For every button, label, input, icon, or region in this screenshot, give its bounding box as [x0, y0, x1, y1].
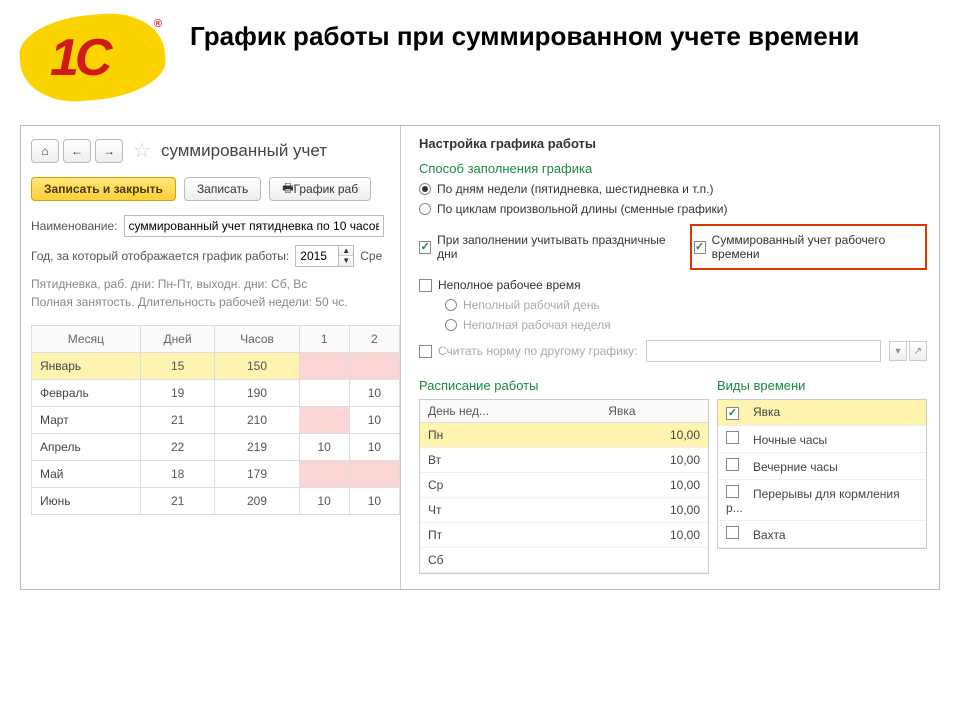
- list-item[interactable]: Ночные часы: [718, 426, 926, 453]
- logo: 1С ®: [20, 10, 170, 105]
- forward-button[interactable]: →: [95, 139, 123, 163]
- radio-icon: [419, 203, 431, 215]
- name-label: Наименование:: [31, 219, 118, 233]
- checkbox-icon: [726, 485, 739, 498]
- checkbox-icon: [419, 345, 432, 358]
- table-row[interactable]: Пт10,00: [420, 523, 708, 548]
- checkbox-icon: [419, 279, 432, 292]
- save-button[interactable]: Записать: [184, 177, 261, 201]
- chk-summarized[interactable]: Суммированный учет рабочего времени: [694, 233, 919, 261]
- year-label: Год, за который отображается график рабо…: [31, 249, 289, 263]
- schedule-title: Расписание работы: [419, 378, 709, 393]
- radio-partday: Неполный рабочий день: [445, 298, 927, 312]
- schedule-report-button[interactable]: 🖶 График раб: [269, 177, 371, 201]
- left-panel: ⌂ ← → ☆ суммированный учет Записать и за…: [21, 126, 401, 589]
- table-row[interactable]: Пн10,00: [420, 423, 708, 448]
- doc-title: суммированный учет: [161, 141, 327, 161]
- fill-method-title: Способ заполнения графика: [419, 161, 927, 176]
- table-row[interactable]: Июнь212091010: [32, 488, 400, 515]
- chk-holidays[interactable]: При заполнении учитывать праздничные дни: [419, 233, 670, 261]
- select-button[interactable]: ▾: [889, 341, 907, 361]
- save-close-button[interactable]: Записать и закрыть: [31, 177, 176, 201]
- radio-by-weekdays[interactable]: По дням недели (пятидневка, шестидневка …: [419, 182, 927, 196]
- back-button[interactable]: ←: [63, 139, 91, 163]
- app-window: ⌂ ← → ☆ суммированный учет Записать и за…: [20, 125, 940, 590]
- table-row[interactable]: Май18179: [32, 461, 400, 488]
- types-title: Виды времени: [717, 378, 927, 393]
- calendar-table[interactable]: Месяц Дней Часов 1 2 Январь15150Февраль1…: [31, 325, 400, 515]
- open-button[interactable]: ↗: [909, 341, 927, 361]
- radio-icon: [445, 319, 457, 331]
- list-item[interactable]: Явка: [718, 400, 926, 426]
- checkbox-icon: [419, 241, 431, 254]
- table-row[interactable]: Чт10,00: [420, 498, 708, 523]
- favorite-icon[interactable]: ☆: [133, 138, 151, 163]
- checkbox-icon: [726, 458, 739, 471]
- home-button[interactable]: ⌂: [31, 139, 59, 163]
- schedule-table[interactable]: День нед... Явка Пн10,00Вт10,00Ср10,00Чт…: [420, 400, 708, 573]
- name-input[interactable]: [124, 215, 384, 237]
- checkbox-icon: [726, 407, 739, 420]
- table-row[interactable]: Вт10,00: [420, 448, 708, 473]
- table-row[interactable]: Сб: [420, 548, 708, 573]
- table-row[interactable]: Февраль1919010: [32, 380, 400, 407]
- page-title: График работы при суммированном учете вр…: [190, 10, 859, 54]
- settings-title: Настройка графика работы: [419, 136, 927, 151]
- table-row[interactable]: Март2121010: [32, 407, 400, 434]
- chk-norm: Считать норму по другому графику:: [419, 344, 638, 358]
- page-header: 1С ® График работы при суммированном уче…: [20, 10, 940, 105]
- right-panel: Настройка графика работы Способ заполнен…: [401, 126, 939, 589]
- schedule-summary: Пятидневка, раб. дни: Пн-Пт, выходн. дни…: [31, 275, 400, 311]
- year-spinner[interactable]: ▲▼: [295, 245, 354, 267]
- list-item[interactable]: Вахта: [718, 521, 926, 548]
- chk-parttime[interactable]: Неполное рабочее время: [419, 278, 927, 292]
- table-row[interactable]: Ср10,00: [420, 473, 708, 498]
- types-table[interactable]: ЯвкаНочные часыВечерние часыПерерывы для…: [718, 400, 926, 548]
- radio-partweek: Неполная рабочая неделя: [445, 318, 927, 332]
- radio-by-cycles[interactable]: По циклам произвольной длины (сменные гр…: [419, 202, 927, 216]
- summarized-highlight: Суммированный учет рабочего времени: [690, 224, 927, 270]
- checkbox-icon: [726, 431, 739, 444]
- list-item[interactable]: Вечерние часы: [718, 453, 926, 480]
- norm-input[interactable]: [646, 340, 881, 362]
- table-row[interactable]: Апрель222191010: [32, 434, 400, 461]
- radio-icon: [445, 299, 457, 311]
- radio-icon: [419, 183, 431, 195]
- checkbox-icon: [694, 241, 706, 254]
- checkbox-icon: [726, 526, 739, 539]
- table-row[interactable]: Январь15150: [32, 353, 400, 380]
- list-item[interactable]: Перерывы для кормления р...: [718, 480, 926, 521]
